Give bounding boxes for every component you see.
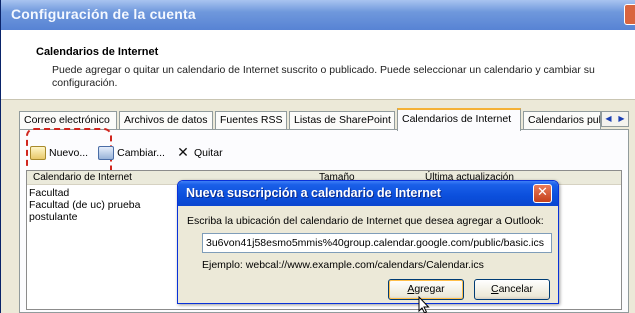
tab-strip: Correo electrónico Archivos de datos Fue…: [19, 108, 629, 131]
dialog-titlebar[interactable]: Nueva suscripción a calendario de Intern…: [178, 181, 558, 206]
tab-sharepoint-lists[interactable]: Listas de SharePoint: [289, 111, 395, 130]
page-heading: Calendarios de Internet: [36, 46, 159, 58]
remove-x-icon: ✕: [177, 145, 189, 161]
tab-scroll-buttons[interactable]: ◀ ▶: [601, 111, 629, 127]
new-subscription-dialog: Nueva suscripción a calendario de Intern…: [177, 180, 559, 313]
tab-rss-feeds[interactable]: Fuentes RSS: [215, 111, 287, 130]
list-item[interactable]: Facultad (de uc) prueba: [29, 199, 140, 211]
page-header: Calendarios de Internet Puede agregar o …: [1, 30, 635, 100]
list-rows: Facultad Facultad (de uc) prueba postula…: [29, 187, 140, 223]
tab-data-files[interactable]: Archivos de datos: [119, 111, 213, 130]
calendar-url-input[interactable]: 3u6von41j58esmo5mmis%40group.calendar.go…: [202, 233, 552, 253]
dialog-title: Nueva suscripción a calendario de Intern…: [186, 186, 441, 200]
window-close-icon[interactable]: [624, 4, 635, 25]
mouse-cursor-icon: [418, 296, 430, 313]
account-settings-window: Configuración de la cuenta Calendarios d…: [0, 0, 635, 313]
dialog-prompt: Escriba la ubicación del calendario de I…: [187, 215, 544, 227]
dialog-close-icon[interactable]: ✕: [533, 184, 552, 203]
tab-internet-calendars[interactable]: Calendarios de Internet: [397, 108, 521, 131]
new-calendar-icon: [30, 146, 46, 160]
add-button-label: gregar: [414, 283, 445, 295]
dialog-example: Ejemplo: webcal://www.example.com/calend…: [202, 259, 484, 271]
remove-button-label: Quitar: [193, 147, 223, 159]
scroll-left-icon[interactable]: ◀: [602, 112, 615, 126]
window-title: Configuración de la cuenta: [11, 6, 196, 22]
change-button-label: Cambiar...: [117, 147, 165, 159]
column-header-calendar[interactable]: Calendario de Internet: [33, 172, 132, 183]
tab-published-calendars[interactable]: Calendarios publi: [523, 111, 601, 130]
toolbar: Nuevo... Cambiar... ✕ Quitar: [26, 128, 233, 178]
list-item[interactable]: Facultad: [29, 187, 140, 199]
list-item[interactable]: postulante: [29, 211, 140, 223]
cancel-button-label: ancelar: [498, 283, 534, 295]
scroll-right-icon[interactable]: ▶: [615, 112, 628, 126]
remove-button[interactable]: ✕ Quitar: [175, 143, 223, 163]
change-calendar-icon: [98, 146, 115, 160]
dialog-body: Escriba la ubicación del calendario de I…: [178, 206, 558, 313]
page-description: Puede agregar o quitar un calendario de …: [52, 64, 595, 89]
cancel-button[interactable]: Cancelar: [474, 279, 550, 300]
window-titlebar[interactable]: Configuración de la cuenta: [1, 0, 635, 30]
cancel-button-accesskey: C: [490, 283, 499, 295]
